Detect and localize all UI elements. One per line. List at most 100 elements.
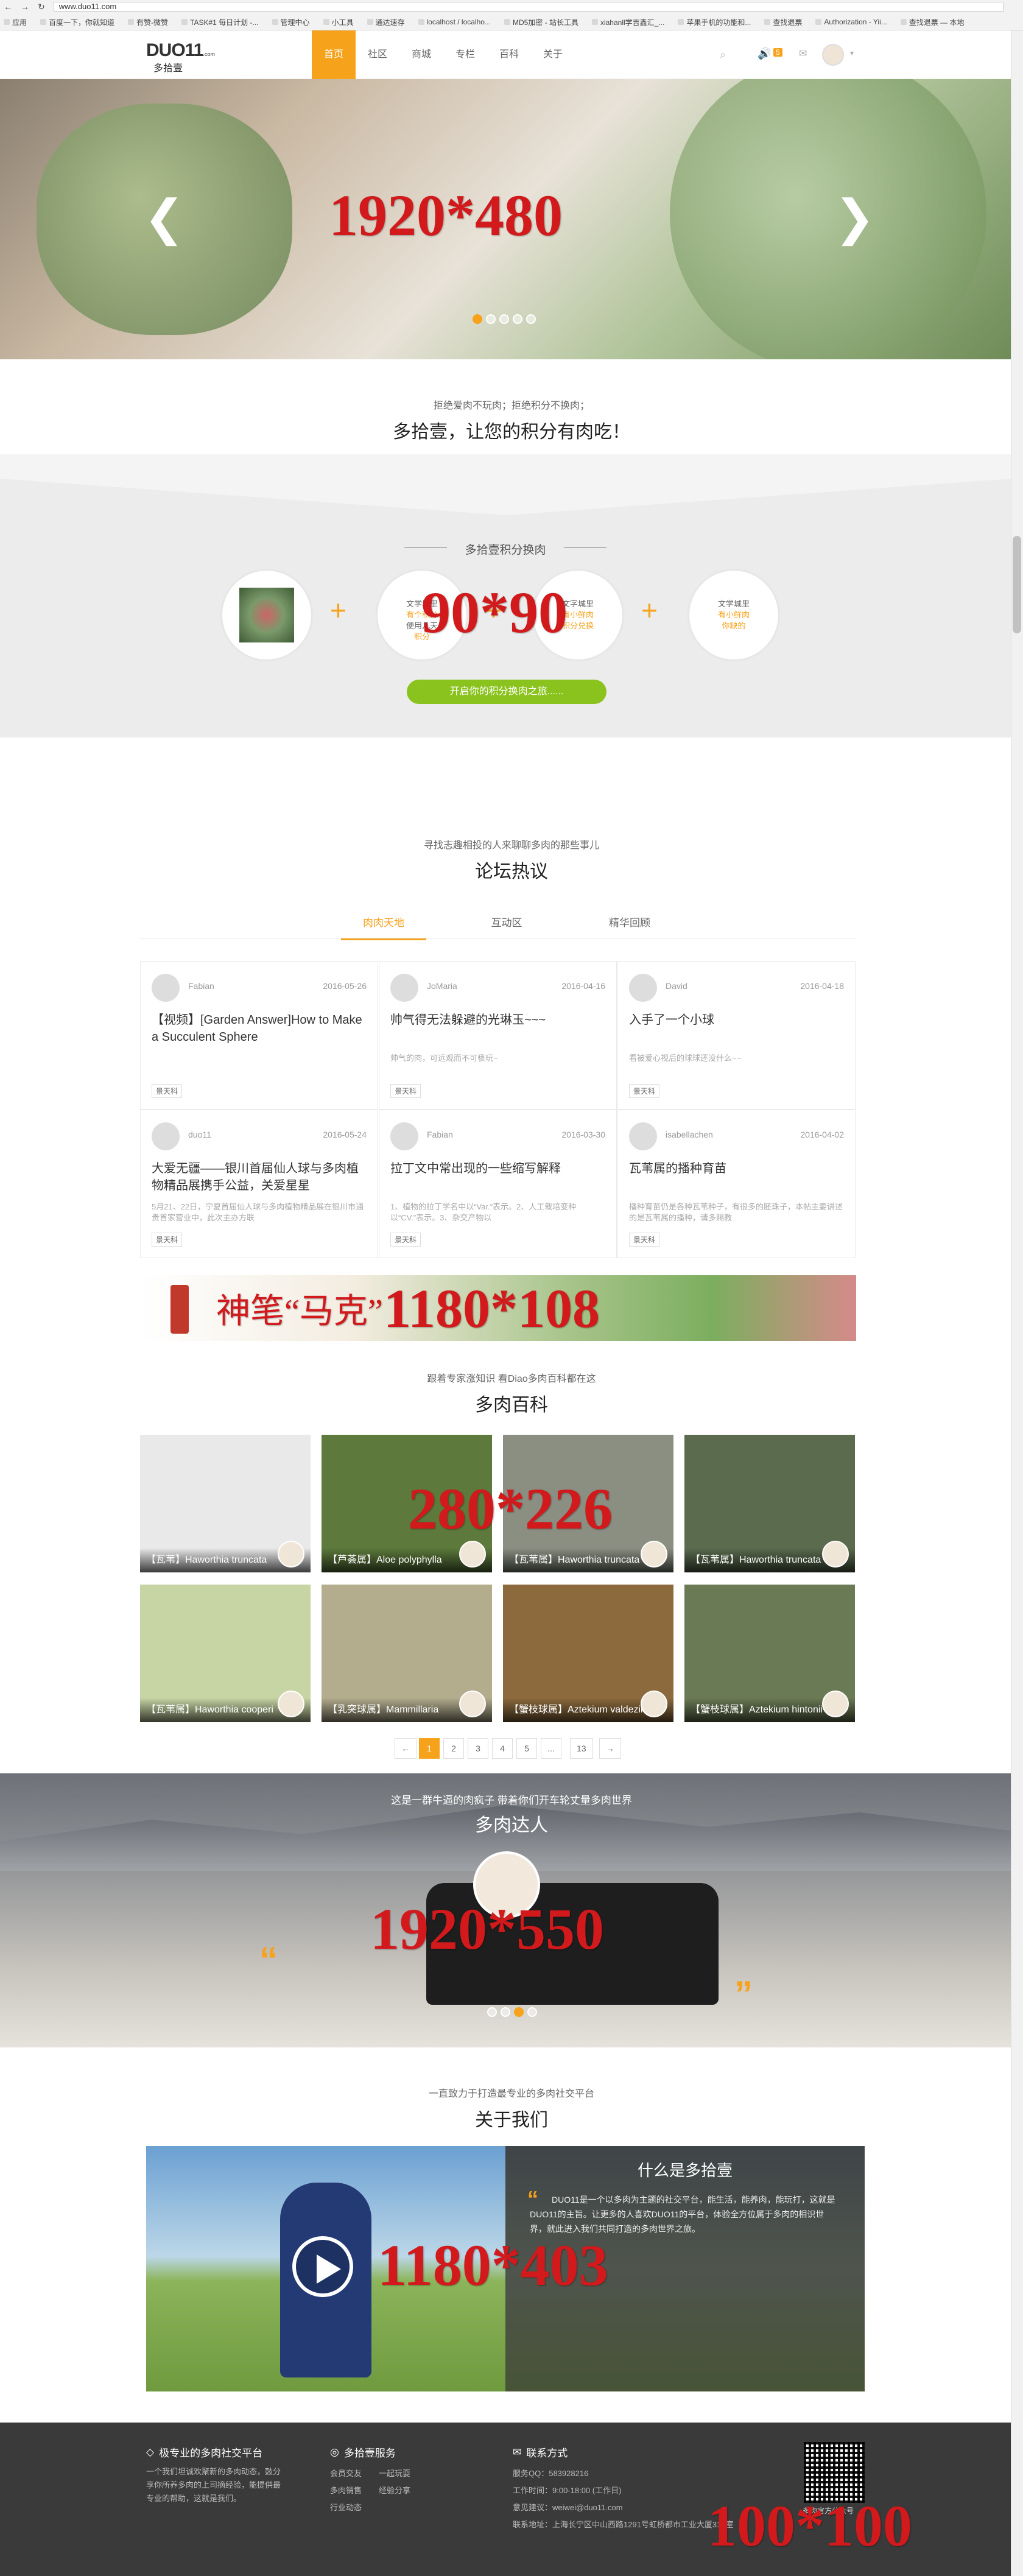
slider-dot[interactable] bbox=[514, 2007, 524, 2017]
user-avatar[interactable] bbox=[822, 44, 844, 66]
page-button[interactable]: 5 bbox=[516, 1738, 537, 1759]
post-title[interactable]: 瓦苇属的播种育苗 bbox=[629, 1160, 844, 1177]
author-name[interactable]: Fabian bbox=[427, 1130, 453, 1139]
page-button[interactable]: ← bbox=[395, 1738, 417, 1759]
wiki-user-avatar[interactable] bbox=[459, 1541, 486, 1568]
page-button[interactable]: 4 bbox=[492, 1738, 513, 1759]
back-icon[interactable]: ← bbox=[4, 2, 12, 12]
bookmark-item[interactable]: 查找退票 — 本地 bbox=[900, 17, 964, 27]
forum-post[interactable]: JoMaria 2016-04-16 帅气得无法躲避的光琳玉~~~ 帅气的肉，可远观而… bbox=[379, 961, 617, 1110]
wiki-card[interactable]: 【瓦苇属】Haworthia truncata bbox=[684, 1435, 855, 1572]
bookmark-item[interactable]: 苹果手机的功能和... bbox=[678, 17, 751, 27]
author-avatar[interactable] bbox=[629, 1122, 657, 1150]
ad-banner[interactable]: 神笔“马克” 1180*108 bbox=[140, 1275, 856, 1341]
page-button[interactable]: 13 bbox=[570, 1738, 593, 1759]
forum-post[interactable]: duo11 2016-05-24 大爱无疆——银川首届仙人球与多肉植物精品展携手公益… bbox=[140, 1110, 378, 1258]
author-avatar[interactable] bbox=[152, 974, 180, 1002]
slider-dot[interactable] bbox=[513, 314, 522, 324]
slider-dot[interactable] bbox=[486, 314, 496, 324]
page-button[interactable]: ... bbox=[541, 1738, 561, 1759]
wiki-card[interactable]: 【蟹枝球属】Aztekium valdezii bbox=[503, 1585, 673, 1722]
page-button[interactable]: 1 bbox=[419, 1738, 440, 1759]
author-avatar[interactable] bbox=[390, 1122, 418, 1150]
bookmark-item[interactable]: 有赞-微赞 bbox=[128, 17, 168, 27]
page-button[interactable]: 3 bbox=[468, 1738, 488, 1759]
scrollbar-thumb[interactable] bbox=[1013, 536, 1021, 633]
author-avatar[interactable] bbox=[152, 1122, 180, 1150]
post-tag[interactable]: 景天科 bbox=[390, 1084, 421, 1098]
page-button[interactable]: 2 bbox=[443, 1738, 464, 1759]
bookmark-item[interactable]: 管理中心 bbox=[272, 17, 310, 27]
hero-next-arrow[interactable]: ❯ bbox=[834, 194, 875, 242]
forum-tab[interactable]: 互动区 bbox=[464, 911, 549, 940]
forum-post[interactable]: Fabian 2016-05-26 【视频】[Garden Answer]How t… bbox=[140, 961, 378, 1110]
post-tag[interactable]: 景天科 bbox=[152, 1233, 183, 1247]
message-icon[interactable]: ✉ bbox=[799, 48, 807, 60]
post-title[interactable]: 帅气得无法躲避的光琳玉~~~ bbox=[390, 1012, 605, 1029]
search-icon[interactable]: ⌕ bbox=[720, 49, 726, 62]
bookmark-item[interactable]: localhost / localho... bbox=[418, 18, 491, 26]
speaker-icon[interactable]: 🔊 bbox=[758, 48, 771, 60]
wiki-user-avatar[interactable] bbox=[641, 1691, 667, 1717]
hero-prev-arrow[interactable]: ❮ bbox=[144, 194, 185, 242]
wiki-card[interactable]: 【乳突球属】Mammillaria bbox=[322, 1585, 492, 1722]
forum-tab[interactable]: 肉肉天地 bbox=[341, 911, 426, 940]
wiki-user-avatar[interactable] bbox=[822, 1691, 849, 1717]
footer-link[interactable]: 会员交友 bbox=[330, 2465, 362, 2482]
slider-dot[interactable] bbox=[487, 2007, 497, 2017]
forum-post[interactable]: Fabian 2016-03-30 拉丁文中常出现的一些缩写解释 1、植物的拉丁学名中… bbox=[379, 1110, 617, 1258]
wiki-user-avatar[interactable] bbox=[822, 1541, 849, 1568]
forum-post[interactable]: isabellachen 2016-04-02 瓦苇属的播种育苗 播种育苗仍是各种瓦苇… bbox=[617, 1110, 856, 1258]
bookmark-item[interactable]: TASK#1 每日计划 -... bbox=[181, 17, 259, 27]
page-button[interactable]: → bbox=[599, 1738, 621, 1759]
bookmark-item[interactable]: 百度一下，你就知道 bbox=[40, 17, 114, 27]
wiki-card[interactable]: 【瓦苇属】Haworthia cooperi bbox=[140, 1585, 311, 1722]
post-tag[interactable]: 景天科 bbox=[152, 1084, 183, 1098]
slider-dot[interactable] bbox=[527, 2007, 537, 2017]
author-name[interactable]: JoMaria bbox=[427, 981, 457, 991]
nav-item[interactable]: 关于 bbox=[531, 30, 575, 79]
bookmark-item[interactable]: 查找退票 bbox=[764, 17, 802, 27]
post-tag[interactable]: 景天科 bbox=[390, 1233, 421, 1247]
bookmark-item[interactable]: 小工具 bbox=[323, 17, 354, 27]
nav-item[interactable]: 商城 bbox=[399, 30, 443, 79]
author-name[interactable]: isabellachen bbox=[666, 1130, 713, 1139]
chevron-down-icon[interactable]: ▾ bbox=[850, 49, 854, 57]
play-icon[interactable] bbox=[292, 2236, 353, 2297]
post-title[interactable]: 拉丁文中常出现的一些缩写解释 bbox=[390, 1160, 605, 1177]
nav-item[interactable]: 百科 bbox=[487, 30, 531, 79]
forward-icon[interactable]: → bbox=[21, 2, 29, 12]
bookmark-item[interactable]: 应用 bbox=[4, 17, 27, 27]
author-avatar[interactable] bbox=[629, 974, 657, 1002]
author-name[interactable]: Fabian bbox=[188, 981, 214, 991]
post-title[interactable]: 【视频】[Garden Answer]How to Make a Succule… bbox=[152, 1012, 367, 1046]
nav-item[interactable]: 社区 bbox=[356, 30, 399, 79]
author-avatar[interactable] bbox=[390, 974, 418, 1002]
wiki-user-avatar[interactable] bbox=[278, 1691, 304, 1717]
wiki-user-avatar[interactable] bbox=[641, 1541, 667, 1568]
slider-dot[interactable] bbox=[501, 2007, 510, 2017]
post-title[interactable]: 大爱无疆——银川首届仙人球与多肉植物精品展携手公益，关爱星星 bbox=[152, 1160, 367, 1194]
author-name[interactable]: David bbox=[666, 981, 687, 991]
wiki-card[interactable]: 【蟹枝球属】Aztekium hintonii bbox=[684, 1585, 855, 1722]
bookmark-item[interactable]: xiahanll学吉鑫汇_... bbox=[591, 17, 664, 27]
post-tag[interactable]: 景天科 bbox=[629, 1084, 660, 1098]
footer-link[interactable]: 行业动态 bbox=[330, 2499, 362, 2516]
slider-dot[interactable] bbox=[473, 314, 482, 324]
bookmark-item[interactable]: Authorization - Yii... bbox=[815, 18, 887, 26]
site-logo[interactable]: DUO11.com 多拾壹 bbox=[146, 40, 215, 74]
slider-dot[interactable] bbox=[526, 314, 536, 324]
bookmark-item[interactable]: 通达速存 bbox=[367, 17, 405, 27]
footer-link[interactable]: 一起玩耍 bbox=[379, 2465, 410, 2482]
post-title[interactable]: 入手了一个小球 bbox=[629, 1012, 844, 1029]
forum-post[interactable]: David 2016-04-18 入手了一个小球 看被爱心视后的球球还没什么~~ 景天科 bbox=[617, 961, 856, 1110]
nav-item[interactable]: 专栏 bbox=[443, 30, 487, 79]
wiki-card[interactable]: 【瓦苇】Haworthia truncata bbox=[140, 1435, 311, 1572]
footer-link[interactable]: 多肉销售 bbox=[330, 2482, 362, 2499]
wiki-user-avatar[interactable] bbox=[278, 1541, 304, 1568]
post-tag[interactable]: 景天科 bbox=[629, 1233, 660, 1247]
bookmark-item[interactable]: MD5加密 - 站长工具 bbox=[504, 17, 578, 27]
slider-dot[interactable] bbox=[499, 314, 509, 324]
scrollbar[interactable] bbox=[1011, 30, 1023, 2576]
author-name[interactable]: duo11 bbox=[188, 1130, 211, 1139]
